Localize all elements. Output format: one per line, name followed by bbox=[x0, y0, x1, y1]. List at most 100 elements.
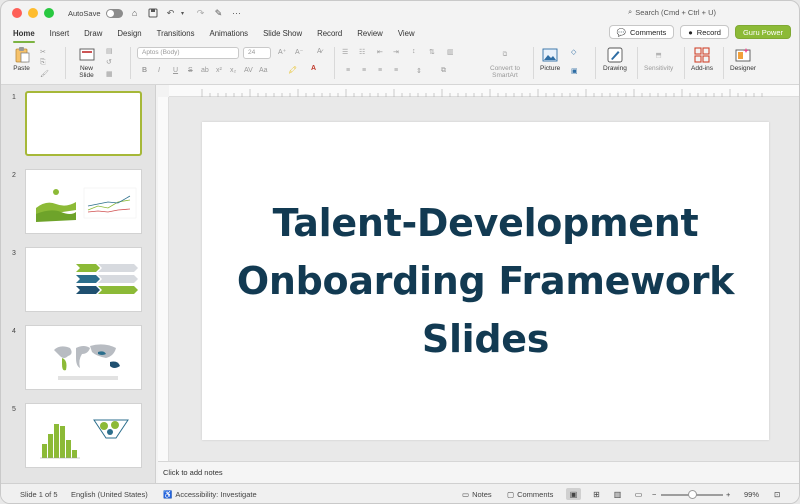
smartart-icon: ⧉ bbox=[502, 50, 508, 58]
align-left-icon[interactable]: ≡ bbox=[346, 67, 350, 74]
close-window-button[interactable] bbox=[12, 8, 22, 18]
designer-button[interactable]: Designer bbox=[730, 46, 756, 72]
font-color-icon[interactable]: A bbox=[311, 65, 316, 72]
tab-record[interactable]: Record bbox=[317, 27, 342, 41]
slide-thumbnail-4[interactable] bbox=[25, 325, 142, 390]
slide-sorter-button[interactable]: ⊞ bbox=[589, 488, 604, 500]
section-icon[interactable]: ▦ bbox=[106, 70, 113, 78]
zoom-out-button[interactable]: − bbox=[652, 490, 656, 499]
more-icon[interactable]: ··· bbox=[231, 7, 243, 19]
underline-button[interactable]: U bbox=[173, 67, 178, 74]
minimize-window-button[interactable] bbox=[28, 8, 38, 18]
text-effect-button[interactable]: ab bbox=[201, 67, 209, 74]
new-slide-button[interactable]: New Slide bbox=[78, 46, 95, 79]
align-text-icon[interactable]: ⇕ bbox=[416, 67, 422, 75]
tab-draw[interactable]: Draw bbox=[84, 27, 102, 41]
home-icon[interactable]: ⌂ bbox=[129, 7, 141, 19]
cut-icon[interactable]: ✂ bbox=[40, 48, 46, 56]
drawing-button[interactable]: Drawing bbox=[603, 46, 627, 72]
justify-icon[interactable]: ≡ bbox=[394, 67, 398, 74]
font-name-field[interactable]: Aptos (Body) bbox=[137, 47, 239, 59]
numbering-icon[interactable]: ☷ bbox=[359, 48, 365, 56]
bullets-icon[interactable]: ☰ bbox=[342, 48, 348, 56]
notes-pane[interactable]: Click to add notes bbox=[158, 461, 799, 483]
sensitivity-icon: ⬒ bbox=[655, 51, 662, 59]
reading-view-button[interactable]: ▥ bbox=[610, 488, 625, 500]
zoom-slider-handle[interactable] bbox=[688, 490, 697, 499]
zoom-level[interactable]: 99% bbox=[744, 490, 759, 499]
status-bar: Slide 1 of 5 English (United States) ♿ A… bbox=[1, 483, 799, 503]
tab-home[interactable]: Home bbox=[13, 27, 35, 43]
convert-smartart-button[interactable]: ⧉ Convert to SmartArt bbox=[490, 46, 520, 80]
bold-button[interactable]: B bbox=[142, 67, 147, 74]
picture-button[interactable]: Picture bbox=[540, 46, 560, 72]
tab-view[interactable]: View bbox=[398, 27, 415, 41]
normal-view-button[interactable]: ▣ bbox=[566, 488, 581, 500]
tab-insert[interactable]: Insert bbox=[50, 27, 70, 41]
reset-icon[interactable]: ↺ bbox=[106, 58, 112, 66]
textbox-icon[interactable]: ▣ bbox=[571, 67, 578, 75]
tab-animations[interactable]: Animations bbox=[210, 27, 249, 41]
undo-dropdown-icon[interactable]: ▾ bbox=[177, 7, 189, 19]
current-slide[interactable]: Talent-Development Onboarding Framework … bbox=[202, 122, 769, 440]
format-painter-icon[interactable]: 🖌 bbox=[40, 70, 49, 78]
undo-icon[interactable]: ↶ bbox=[165, 7, 177, 19]
zoom-in-button[interactable]: + bbox=[726, 490, 730, 499]
shapes-icon[interactable]: ◇ bbox=[571, 48, 576, 56]
customize-icon[interactable]: ✎ bbox=[213, 7, 225, 19]
vertical-ruler bbox=[158, 97, 169, 461]
redo-icon[interactable]: ↷ bbox=[195, 7, 207, 19]
addins-button[interactable]: Add-ins bbox=[691, 46, 713, 72]
slide-thumbnail-1[interactable] bbox=[25, 91, 142, 156]
columns-icon[interactable]: ▥ bbox=[447, 48, 454, 56]
copy-icon[interactable]: ⎘ bbox=[40, 59, 46, 67]
autosave-label: AutoSave bbox=[68, 8, 101, 18]
comments-toggle[interactable]: ▢ Comments bbox=[507, 490, 553, 499]
increase-indent-icon[interactable]: ⇥ bbox=[393, 48, 399, 56]
tab-slide-show[interactable]: Slide Show bbox=[263, 27, 302, 41]
slide-thumbnail-3[interactable] bbox=[25, 247, 142, 312]
grow-font-icon[interactable]: A⁺ bbox=[278, 48, 286, 56]
superscript-button[interactable]: x² bbox=[216, 67, 222, 74]
slideshow-view-button[interactable]: ▭ bbox=[631, 488, 646, 500]
zoom-window-button[interactable] bbox=[44, 8, 54, 18]
tab-design[interactable]: Design bbox=[117, 27, 141, 41]
sensitivity-button[interactable]: ⬒ Sensitivity bbox=[644, 46, 674, 73]
smartart-small-icon[interactable]: ⧉ bbox=[441, 67, 446, 75]
tab-review[interactable]: Review bbox=[357, 27, 383, 41]
slide-thumbnail-2[interactable] bbox=[25, 169, 142, 234]
line-spacing-icon[interactable]: ↕ bbox=[412, 48, 416, 55]
tab-transitions[interactable]: Transitions bbox=[157, 27, 195, 41]
comments-button[interactable]: 💬 Comments bbox=[608, 25, 675, 39]
align-center-icon[interactable]: ≡ bbox=[362, 67, 366, 74]
subscript-button[interactable]: x₂ bbox=[230, 67, 236, 74]
sensitivity-label: Sensitivity bbox=[644, 65, 674, 72]
record-button[interactable]: ● Record bbox=[680, 25, 729, 39]
language-indicator[interactable]: English (United States) bbox=[71, 490, 148, 499]
paste-button[interactable]: Paste bbox=[13, 46, 30, 72]
accessibility-status[interactable]: ♿ Accessibility: Investigate bbox=[163, 490, 257, 499]
align-right-icon[interactable]: ≡ bbox=[378, 67, 382, 74]
slideshow-icon: ▭ bbox=[634, 489, 643, 499]
search-box[interactable]: ⌕ Search (Cmd + Ctrl + U) bbox=[628, 7, 716, 17]
italic-button[interactable]: I bbox=[158, 67, 160, 74]
highlight-icon[interactable]: 🖍 bbox=[288, 66, 297, 74]
char-spacing-button[interactable]: AV bbox=[244, 67, 253, 74]
font-size-field[interactable]: 24 bbox=[243, 47, 271, 59]
guru-power-button[interactable]: Guru Power bbox=[734, 25, 791, 39]
decrease-indent-icon[interactable]: ⇤ bbox=[377, 48, 383, 56]
clear-format-icon[interactable]: A̷ bbox=[317, 48, 322, 55]
change-case-button[interactable]: Aa bbox=[259, 67, 268, 74]
drawing-icon bbox=[606, 46, 623, 63]
autosave-toggle[interactable] bbox=[105, 8, 123, 18]
layout-icon[interactable]: ▤ bbox=[106, 47, 113, 55]
save-icon[interactable] bbox=[147, 7, 159, 19]
shrink-font-icon[interactable]: A⁻ bbox=[295, 48, 303, 56]
notes-toggle[interactable]: ▭ Notes bbox=[462, 490, 492, 499]
fit-slide-icon[interactable]: ⊡ bbox=[774, 490, 780, 499]
strikethrough-button[interactable]: S bbox=[188, 67, 193, 74]
picture-icon bbox=[542, 46, 559, 63]
text-direction-icon[interactable]: ⇅ bbox=[429, 48, 435, 56]
slide-thumbnail-5[interactable] bbox=[25, 403, 142, 468]
slide-title[interactable]: Talent-Development Onboarding Framework … bbox=[237, 194, 735, 368]
